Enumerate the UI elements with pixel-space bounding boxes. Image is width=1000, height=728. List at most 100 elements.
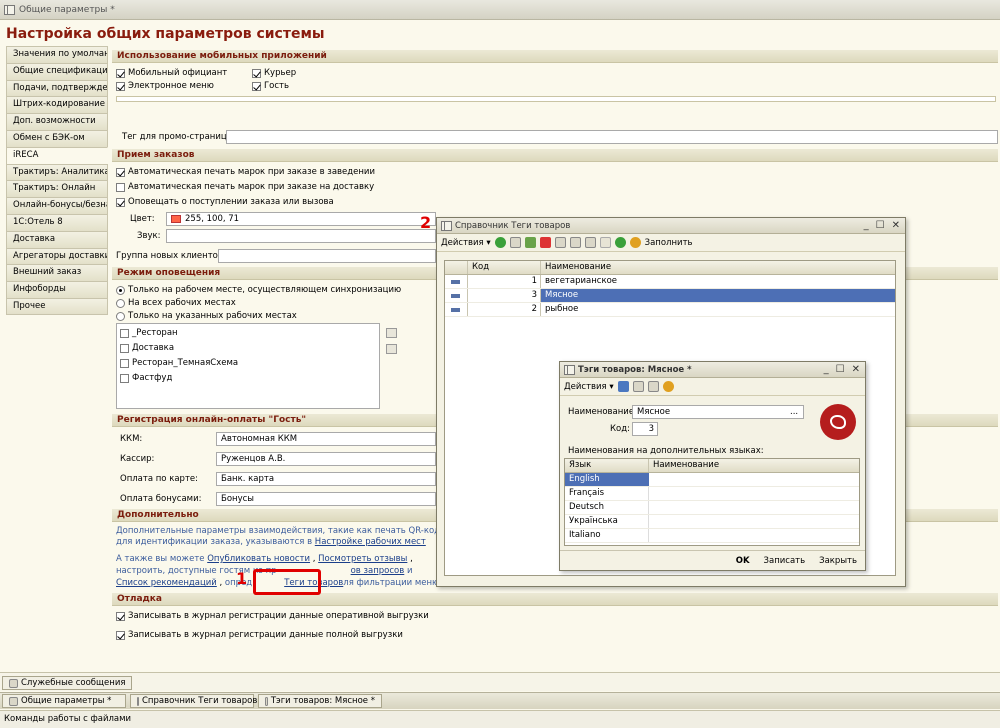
sidebar-tab[interactable]: Внешний заказ	[6, 264, 108, 282]
table-row[interactable]: Українська	[565, 515, 859, 529]
copy-icon[interactable]	[632, 381, 644, 392]
table-row[interactable]: 2 рыбное	[445, 303, 895, 317]
clear-filter-icon[interactable]	[599, 237, 611, 248]
sidebar-tab[interactable]: iRECA	[6, 146, 108, 164]
filter-icon[interactable]	[554, 237, 566, 248]
uncheck-all-icon[interactable]	[386, 344, 397, 354]
check-all-icon[interactable]	[386, 328, 397, 338]
new-clients-input[interactable]	[218, 249, 436, 263]
maximize-icon[interactable]: ☐	[876, 220, 885, 231]
task-general-params[interactable]: Общие параметры *	[2, 694, 126, 708]
service-messages-button[interactable]: Служебные сообщения	[2, 676, 133, 690]
window-titlebar: Общие параметры *	[0, 0, 1000, 20]
recommendations-link[interactable]: Список рекомендаций	[116, 578, 217, 588]
maximize-icon[interactable]: ☐	[836, 364, 845, 375]
sidebar-tab[interactable]: Обмен с БЭК-ом	[6, 129, 108, 147]
langs-table[interactable]: Язык Наименование English Français Deuts…	[564, 458, 860, 546]
checkbox-auto-print-venue[interactable]: Автоматическая печать марок при заказе в…	[116, 167, 375, 177]
task-tag-item[interactable]: Тэги товаров: Мясное *	[258, 694, 382, 708]
close-icon[interactable]: ✕	[852, 364, 860, 375]
checkbox-courier[interactable]: Курьер	[252, 68, 296, 78]
workplaces-settings-link[interactable]: Настройке рабочих мест	[315, 537, 426, 547]
sidebar-tab[interactable]: Доп. возможности	[6, 113, 108, 130]
list-item[interactable]: Фастфуд	[120, 373, 172, 383]
document-icon[interactable]	[647, 381, 659, 392]
task-tags-catalog[interactable]: Справочник Теги товаров	[130, 694, 257, 708]
sidebar-tab[interactable]: Доставка	[6, 230, 108, 248]
marker-2: 2	[420, 213, 432, 232]
table-row[interactable]: Deutsch	[565, 501, 859, 515]
copy-icon[interactable]	[509, 237, 521, 248]
sidebar-tab[interactable]: Общие спецификации	[6, 62, 108, 80]
workplaces-list[interactable]: _Ресторан Доставка Ресторан_ТемнаяСхема …	[116, 323, 380, 409]
item-actions-menu[interactable]: Действия ▾	[564, 382, 614, 392]
name-select-icon[interactable]: ...	[790, 407, 798, 417]
minimize-icon[interactable]: _	[864, 220, 869, 231]
checkbox-guest[interactable]: Гость	[252, 81, 289, 91]
delete-icon[interactable]	[539, 237, 551, 248]
sidebar-tab[interactable]: Трактиръ: Аналитика	[6, 163, 108, 181]
name-label: Наименование:	[568, 407, 637, 417]
requests-link[interactable]: ов запросов	[351, 566, 405, 576]
sidebar-tab[interactable]: Агрегаторы доставки	[6, 247, 108, 265]
checkbox-mobile-waiter[interactable]: Мобильный официант	[116, 68, 227, 78]
table-row[interactable]: English	[565, 473, 859, 487]
save-icon[interactable]	[617, 381, 629, 392]
checkbox-log-operative[interactable]: Записывать в журнал регистрации данные о…	[116, 611, 429, 621]
filter-value-icon[interactable]	[569, 237, 581, 248]
card-payment-input[interactable]: Банк. карта	[216, 472, 436, 486]
sidebar-tab[interactable]: Штрих-кодирование	[6, 96, 108, 114]
table-row[interactable]: Français	[565, 487, 859, 501]
highlight-box	[253, 569, 321, 595]
fill-button[interactable]: Заполнить	[645, 238, 693, 248]
table-row[interactable]: 3 Мясное	[445, 289, 895, 303]
bonus-payment-input[interactable]: Бонусы	[216, 492, 436, 506]
sidebar-tab[interactable]: Онлайн-бонусы/безнал	[6, 197, 108, 214]
sidebar-tab[interactable]: Трактиръ: Онлайн	[6, 180, 108, 198]
publish-news-link[interactable]: Опубликовать новости	[207, 554, 310, 564]
color-input[interactable]: 255, 100, 71	[166, 212, 436, 226]
add-icon[interactable]	[494, 237, 506, 248]
radio-all-places[interactable]: На всех рабочих местах	[116, 298, 236, 308]
checkbox-auto-print-delivery[interactable]: Автоматическая печать марок при заказе н…	[116, 182, 374, 192]
minimize-icon[interactable]: _	[824, 364, 829, 375]
list-item[interactable]: _Ресторан	[120, 328, 178, 338]
radio-selected-places[interactable]: Только на указанных рабочих местах	[116, 311, 297, 321]
code-input[interactable]: 3	[632, 422, 658, 436]
dialog-title: Справочник Теги товаров	[455, 220, 571, 231]
filter-list-icon[interactable]	[584, 237, 596, 248]
checkbox-notify-orders[interactable]: Оповещать о поступлении заказа или вызов…	[116, 197, 334, 207]
sidebar-tab[interactable]: Подачи, подтверждения	[6, 79, 108, 97]
checkbox-emenu[interactable]: Электронное меню	[116, 81, 214, 91]
sidebar-tab[interactable]: 1С:Отель 8	[6, 213, 108, 231]
kkm-input[interactable]: Автономная ККМ	[216, 432, 436, 446]
sidebar-tab[interactable]: Инфоборды	[6, 281, 108, 298]
promo-tag-input[interactable]	[226, 130, 998, 144]
list-item[interactable]: Ресторан_ТемнаяСхема	[120, 358, 238, 368]
help-icon[interactable]	[662, 381, 674, 392]
refresh-icon[interactable]	[614, 237, 626, 248]
sound-input[interactable]	[166, 229, 436, 243]
marker-1: 1	[236, 569, 248, 588]
actions-menu[interactable]: Действия ▾	[441, 238, 491, 248]
close-button[interactable]: Закрыть	[815, 556, 861, 566]
list-item[interactable]: Доставка	[120, 343, 174, 353]
help-icon[interactable]	[629, 237, 641, 248]
cashier-input[interactable]: Руженцов А.В.	[216, 452, 436, 466]
radio-sync-place[interactable]: Только на рабочем месте, осуществляющем …	[116, 285, 401, 295]
new-clients-label: Группа новых клиентов:	[116, 251, 226, 261]
edit-icon[interactable]	[524, 237, 536, 248]
extra-text-3: А также вы можете	[116, 554, 205, 564]
sidebar-tab[interactable]: Прочее	[6, 297, 108, 315]
close-icon[interactable]: ✕	[892, 220, 900, 231]
ok-button[interactable]: OK	[732, 556, 754, 566]
name-input[interactable]: Мясное	[632, 405, 804, 419]
checkbox-log-full[interactable]: Записывать в журнал регистрации данные п…	[116, 630, 403, 640]
section-debug: Отладка	[112, 593, 998, 606]
save-button[interactable]: Записать	[760, 556, 810, 566]
sidebar-tab[interactable]: Значения по умолчанию	[6, 46, 108, 63]
table-row[interactable]: Italiano	[565, 529, 859, 543]
table-row[interactable]: 1 вегетарианское	[445, 275, 895, 289]
catalog-icon	[441, 220, 452, 231]
view-reviews-link[interactable]: Посмотреть отзывы	[318, 554, 407, 564]
